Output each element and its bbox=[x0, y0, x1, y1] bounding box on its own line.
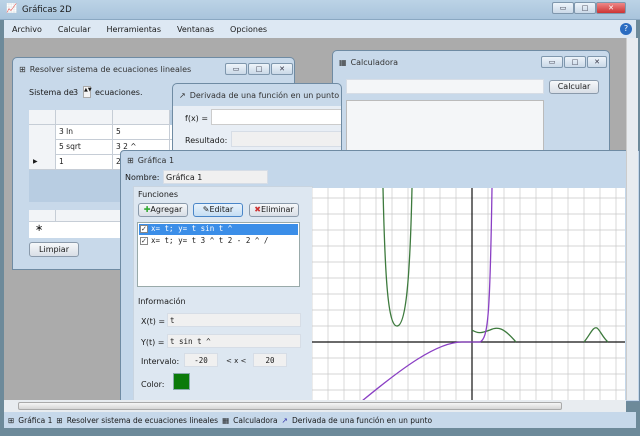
calculate-button[interactable]: Calcular bbox=[549, 80, 599, 94]
graph-icon: ⊞ bbox=[127, 155, 134, 165]
info-label: Información bbox=[138, 297, 186, 306]
graph-canvas[interactable] bbox=[312, 188, 625, 402]
interval-min[interactable]: -20 bbox=[184, 353, 218, 367]
grid-cell[interactable]: 3 ln bbox=[56, 125, 113, 140]
yt-label: Y(t) = bbox=[141, 338, 165, 347]
color-label: Color: bbox=[141, 380, 165, 389]
app-titlebar: 📈 Gráficas 2D ▭ □ ✕ bbox=[0, 0, 640, 20]
derivative-title: Derivada de una función en un punto bbox=[189, 90, 340, 100]
function-item[interactable]: x= t; y= t 3 ^ t 2 - 2 ^ / bbox=[139, 236, 298, 247]
resolver-minimize[interactable]: ▭ bbox=[225, 63, 247, 75]
help-icon[interactable]: ? bbox=[620, 23, 632, 35]
graph-title: Gráfica 1 bbox=[137, 155, 175, 165]
name-label: Nombre: bbox=[125, 173, 160, 182]
resolver-close[interactable]: ✕ bbox=[271, 63, 293, 75]
color-swatch[interactable] bbox=[173, 373, 190, 390]
task-graph[interactable]: Gráfica 1 bbox=[18, 416, 52, 425]
app-icon: 📈 bbox=[6, 4, 18, 14]
current-row-icon: ▶ bbox=[33, 158, 38, 165]
calc-output bbox=[346, 100, 544, 151]
left-panel: Funciones ✚Agregar ✎Editar ✖Eliminar x= … bbox=[133, 186, 313, 401]
calculator-title: Calculadora bbox=[350, 57, 399, 67]
task-calculator[interactable]: Calculadora bbox=[233, 416, 278, 425]
calculator-icon: ▦ bbox=[222, 415, 230, 425]
edit-icon: ✎ bbox=[202, 205, 210, 214]
resolver-title: Resolver sistema de ecuaciones lineales bbox=[29, 64, 192, 74]
graph-window: ⊞ Gráfica 1 Nombre: Gráfica 1 Funciones ✚… bbox=[120, 150, 640, 402]
app-title: Gráficas 2D bbox=[22, 5, 72, 15]
calculator-icon: ▦ bbox=[339, 57, 347, 67]
resolver-maximize[interactable]: □ bbox=[248, 63, 270, 75]
name-input[interactable]: Gráfica 1 bbox=[163, 170, 268, 184]
xt-label: X(t) = bbox=[141, 317, 166, 326]
result-label: Resultado: bbox=[185, 136, 228, 145]
grid-cell[interactable]: 5 sqrt bbox=[56, 140, 113, 155]
delete-button[interactable]: ✖Eliminar bbox=[249, 203, 299, 217]
vertical-scrollbar[interactable] bbox=[626, 38, 638, 400]
functions-label: Funciones bbox=[138, 190, 178, 199]
maximize-button[interactable]: □ bbox=[574, 2, 596, 14]
system-count[interactable]: 3 bbox=[73, 88, 78, 97]
derivative-icon: ↗ bbox=[179, 90, 186, 100]
new-row-icon: ∗ bbox=[35, 223, 44, 234]
grid-cell[interactable]: 5 bbox=[113, 125, 170, 140]
clear-button[interactable]: Limpiar bbox=[29, 242, 79, 257]
function-item[interactable]: x= t; y= t sin t ^ bbox=[139, 224, 298, 235]
interval-between: < x < bbox=[226, 357, 247, 365]
menu-opciones[interactable]: Opciones bbox=[222, 25, 275, 34]
graph-icon: ⊞ bbox=[8, 415, 15, 425]
system-label-post: ecuaciones. bbox=[95, 88, 143, 97]
matrix-icon: ⊞ bbox=[56, 415, 63, 425]
scroll-thumb[interactable] bbox=[18, 402, 562, 410]
task-derivative[interactable]: Derivada de una función en un punto bbox=[292, 416, 432, 425]
menu-herramientas[interactable]: Herramientas bbox=[99, 25, 170, 34]
calc-maximize[interactable]: □ bbox=[564, 56, 586, 68]
fx-input[interactable] bbox=[211, 109, 341, 125]
plot-background bbox=[312, 188, 625, 401]
task-resolver[interactable]: Resolver sistema de ecuaciones lineales bbox=[67, 416, 218, 425]
result-field bbox=[231, 131, 341, 147]
calc-close[interactable]: ✕ bbox=[587, 56, 607, 68]
horizontal-scrollbar[interactable] bbox=[4, 400, 626, 412]
system-label: Sistema de bbox=[29, 88, 74, 97]
function-checkbox[interactable]: ✓ bbox=[140, 237, 148, 245]
add-button[interactable]: ✚Agregar bbox=[138, 203, 188, 217]
window-taskbar: ⊞ Gráfica 1 ⊞ Resolver sistema de ecuacion… bbox=[4, 412, 636, 428]
menu-calcular[interactable]: Calcular bbox=[50, 25, 99, 34]
menu-bar: Archivo Calcular Herramientas Ventanas O… bbox=[4, 20, 636, 38]
calc-input[interactable] bbox=[346, 79, 544, 94]
edit-button[interactable]: ✎Editar bbox=[193, 203, 243, 217]
menu-archivo[interactable]: Archivo bbox=[4, 25, 50, 34]
grid-cell[interactable]: 1 bbox=[56, 155, 113, 170]
calculator-window: ▦ Calculadora ▭ □ ✕ Calcular bbox=[332, 50, 610, 152]
matrix-icon: ⊞ bbox=[19, 64, 26, 74]
interval-label: Intervalo: bbox=[141, 357, 180, 366]
delete-icon: ✖ bbox=[254, 205, 261, 214]
calc-minimize[interactable]: ▭ bbox=[541, 56, 563, 68]
interval-max[interactable]: 20 bbox=[253, 353, 287, 367]
menu-ventanas[interactable]: Ventanas bbox=[169, 25, 222, 34]
close-button[interactable]: ✕ bbox=[596, 2, 626, 14]
derivative-icon: ↗ bbox=[281, 415, 288, 425]
xt-field: t bbox=[167, 313, 301, 327]
functions-list: x= t; y= t sin t ^ ✓ x= t; y= t 3 ^ t 2 … bbox=[137, 222, 300, 287]
fx-label: f(x) = bbox=[185, 114, 209, 123]
minimize-button[interactable]: ▭ bbox=[552, 2, 574, 14]
function-checkbox[interactable]: ✓ bbox=[140, 225, 148, 233]
yt-field: t sin t ^ bbox=[167, 334, 301, 348]
count-spinner[interactable]: ▲▼ bbox=[83, 86, 92, 98]
